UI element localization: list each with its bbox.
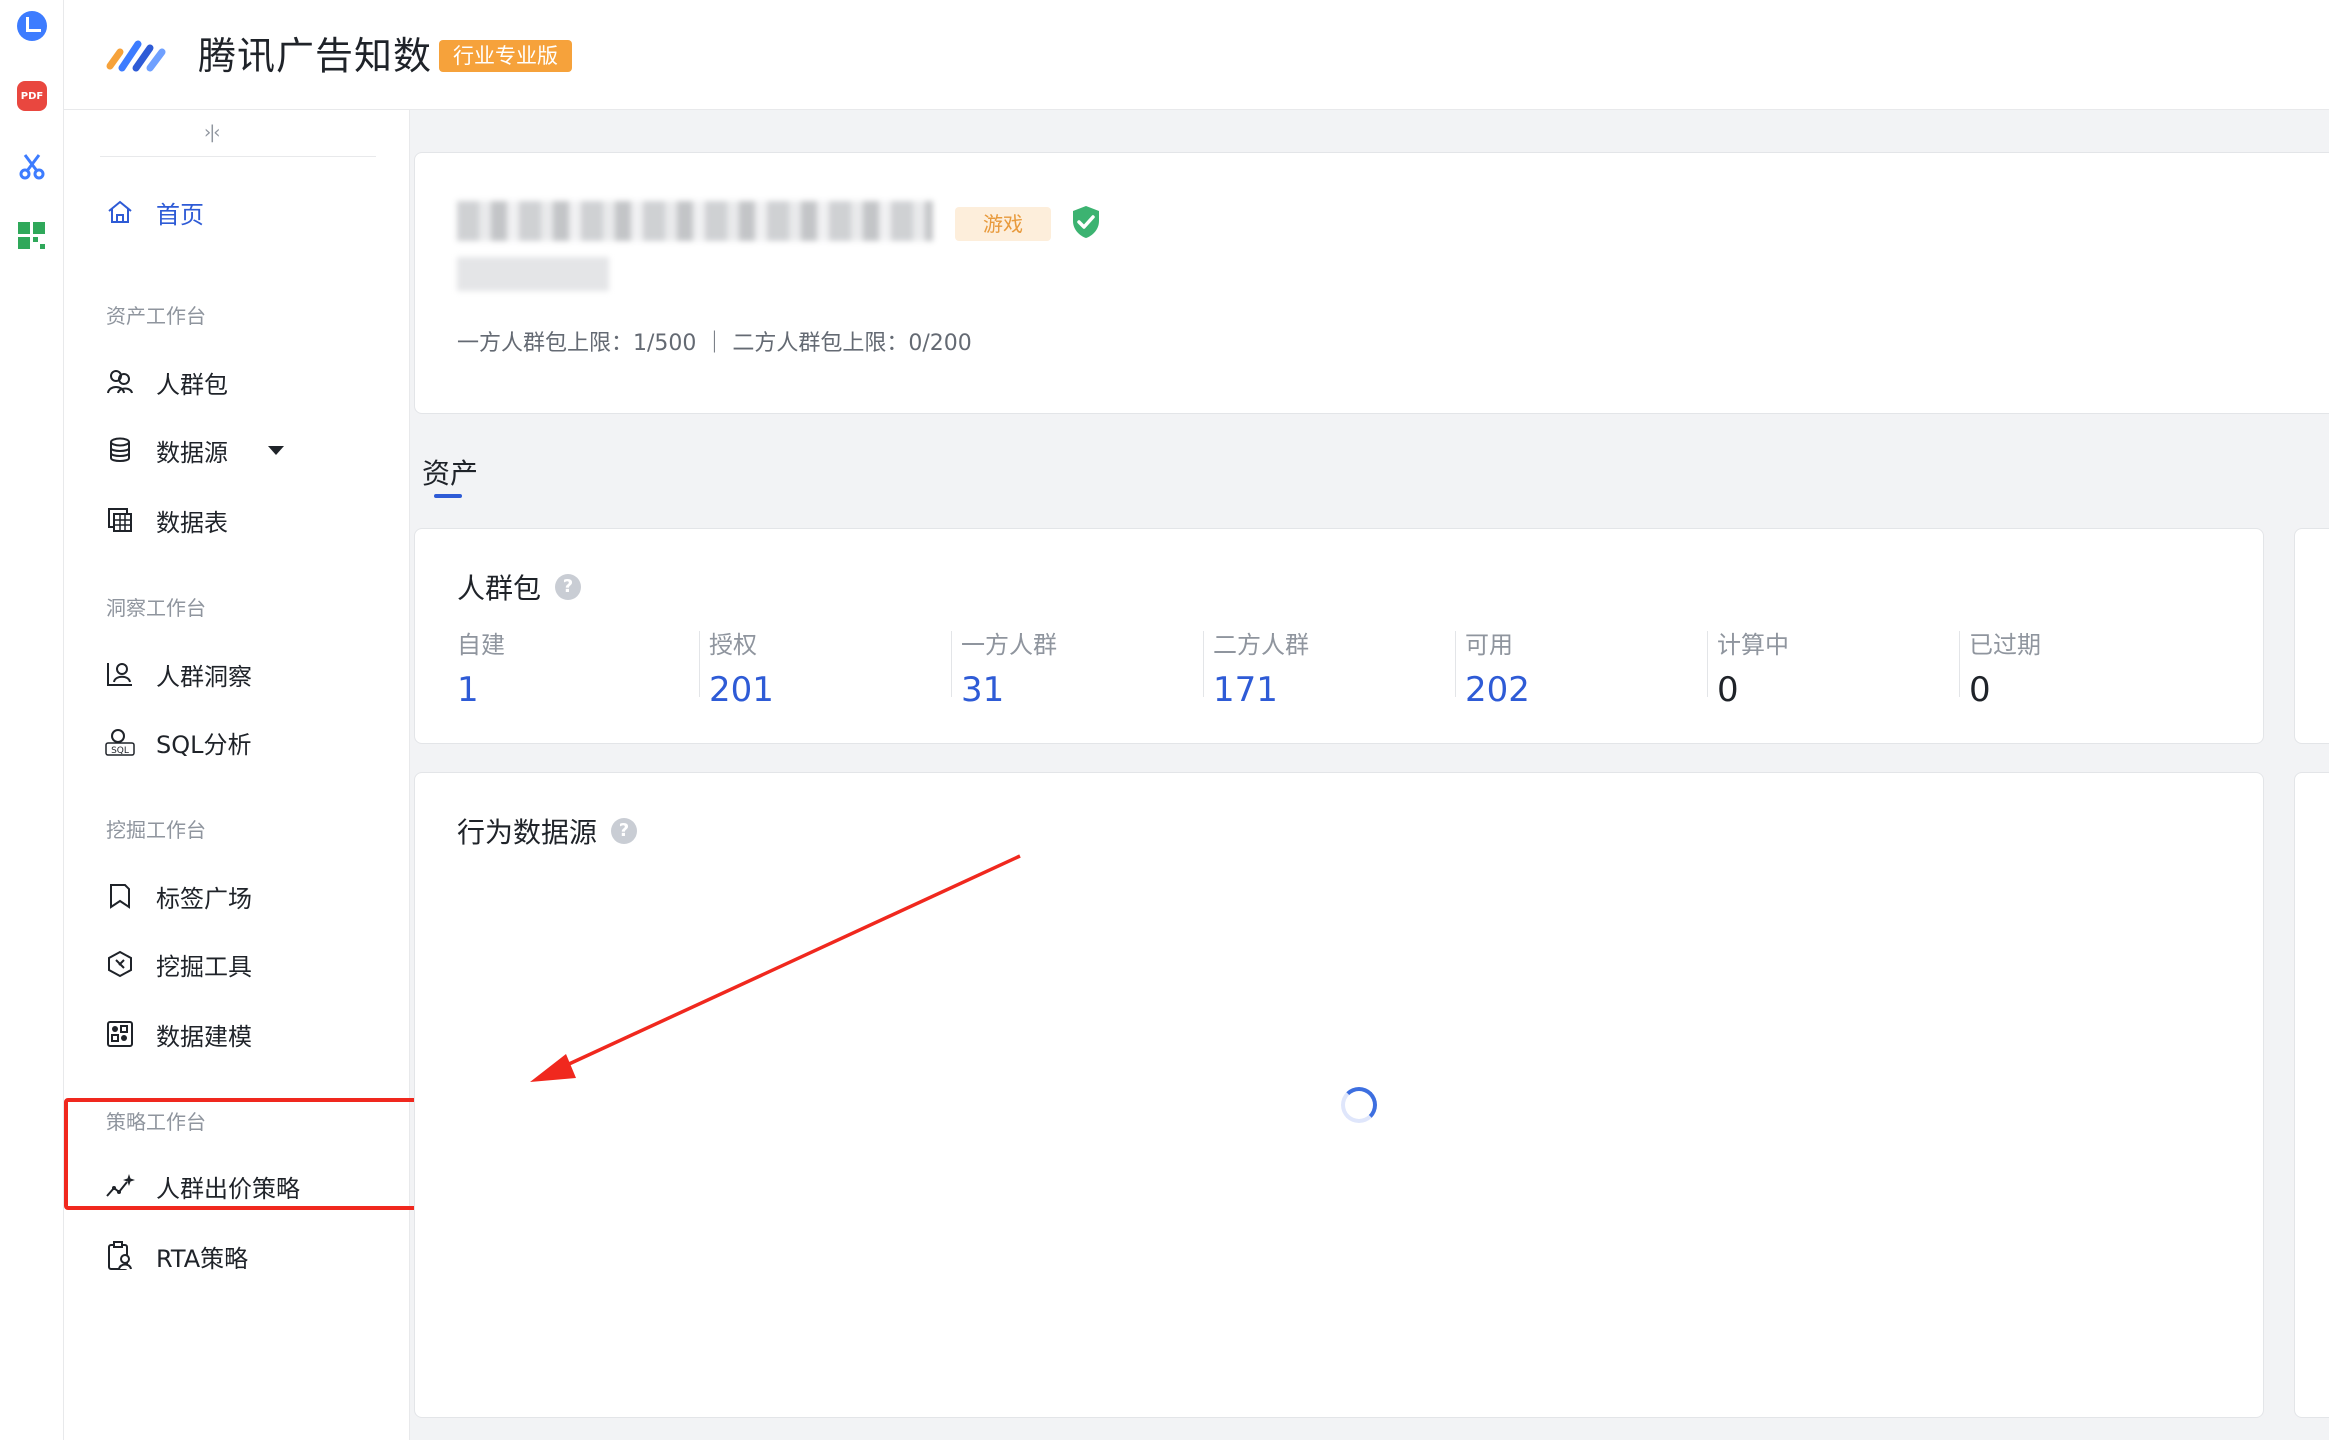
pdf-app-icon[interactable]: PDF — [16, 80, 48, 112]
redacted-account-name — [457, 201, 933, 241]
stat-available[interactable]: 可用 202 — [1465, 625, 1717, 710]
nav-item-tag-square[interactable]: 标签广场 — [104, 874, 252, 918]
stat-value: 0 — [1717, 670, 1739, 710]
stat-first-party[interactable]: 一方人群 31 — [961, 625, 1213, 710]
edition-badge: 行业专业版 — [439, 40, 572, 72]
clipboard-user-icon — [104, 1240, 136, 1272]
crowd-pack-limits: 一方人群包上限：1/500 ｜ 二方人群包上限：0/200 — [457, 331, 972, 356]
crowd-pack-title: 人群包 ? — [457, 567, 582, 607]
loading-spinner-icon — [1341, 1087, 1377, 1123]
stat-computing: 计算中 0 — [1717, 625, 1969, 710]
logo-icon — [106, 40, 166, 72]
stat-label: 已过期 — [1969, 631, 2041, 659]
svg-text:SQL: SQL — [111, 746, 129, 756]
nav-item-home[interactable]: 首页 — [104, 190, 204, 234]
users-icon — [104, 366, 136, 398]
stat-self-built[interactable]: 自建 1 — [457, 625, 709, 710]
nav-item-label: RTA策略 — [156, 1244, 249, 1273]
side-nav: ›|‹ 首页 资产工作台 人群包 数据源 数据表 洞察工作台 人群洞察 SQL … — [64, 110, 432, 1440]
help-icon[interactable]: ? — [555, 574, 582, 600]
scissors-app-icon[interactable] — [16, 150, 48, 182]
tab-asset[interactable]: 资产 — [422, 452, 478, 492]
behavior-data-source-card: 行为数据源 ? — [414, 772, 2264, 1418]
trend-sparkle-icon — [104, 1170, 136, 1202]
nav-item-data-modeling[interactable]: 数据建模 — [104, 1012, 252, 1056]
nav-item-crowd-pack[interactable]: 人群包 — [104, 360, 228, 404]
home-icon — [104, 196, 136, 228]
stat-value[interactable]: 171 — [1213, 670, 1465, 710]
divider — [951, 631, 952, 697]
divider — [699, 631, 700, 697]
nav-item-rta-strategy[interactable]: RTA策略 — [104, 1234, 248, 1278]
sql-icon: SQL — [104, 726, 136, 758]
nav-item-crowd-bid-strategy[interactable]: 人群出价策略 — [104, 1164, 300, 1208]
nav-item-data-table[interactable]: 数据表 — [104, 498, 228, 542]
app-rail: PDF — [0, 0, 64, 1440]
shield-tool-icon — [104, 948, 136, 980]
divider — [1707, 631, 1708, 697]
collapse-toggle-icon[interactable]: ›|‹ — [204, 122, 221, 143]
main-content: 游戏 一方人群包上限：1/500 ｜ 二方人群包上限：0/200 资产 人群包 … — [410, 110, 2329, 1440]
nav-group-strategy: 策略工作台 — [106, 1110, 206, 1134]
nav-item-label: 首页 — [156, 200, 204, 229]
nav-item-label: 人群出价策略 — [156, 1174, 300, 1203]
stat-label: 可用 — [1465, 631, 1513, 659]
stat-label: 授权 — [709, 631, 757, 659]
nav-item-data-source[interactable]: 数据源 — [104, 428, 284, 472]
stat-value[interactable]: 201 — [709, 670, 961, 710]
nav-item-label: 数据表 — [156, 508, 228, 537]
card-title-text: 人群包 — [457, 572, 542, 605]
clock-app-icon[interactable] — [16, 10, 48, 42]
nav-item-label: 人群包 — [156, 370, 228, 399]
nav-item-label: SQL分析 — [156, 730, 252, 759]
chevron-down-icon[interactable] — [268, 445, 284, 455]
stat-label: 自建 — [457, 631, 505, 659]
nav-group-asset: 资产工作台 — [106, 304, 206, 328]
stat-value: 0 — [1969, 670, 1991, 710]
tab-active-indicator — [434, 494, 462, 498]
stat-value[interactable]: 1 — [457, 670, 709, 710]
divider — [1455, 631, 1456, 697]
stat-value[interactable]: 202 — [1465, 670, 1717, 710]
behavior-data-source-title: 行为数据源 ? — [457, 811, 638, 851]
industry-tag: 游戏 — [955, 207, 1051, 241]
stat-label: 计算中 — [1717, 631, 1789, 659]
divider — [1203, 631, 1204, 697]
side-card-stub — [2294, 772, 2329, 1418]
help-icon[interactable]: ? — [611, 818, 638, 844]
nav-item-label: 挖掘工具 — [156, 952, 252, 981]
nav-item-crowd-insight[interactable]: 人群洞察 — [104, 652, 252, 696]
stat-label: 一方人群 — [961, 631, 1057, 659]
verified-shield-icon — [1073, 206, 1099, 238]
stat-authorized[interactable]: 授权 201 — [709, 625, 961, 710]
divider — [1959, 631, 1960, 697]
modules-icon — [104, 1018, 136, 1050]
nav-item-sql-analysis[interactable]: SQL SQL分析 — [104, 720, 252, 764]
stat-second-party[interactable]: 二方人群 171 — [1213, 625, 1465, 710]
nav-item-label: 人群洞察 — [156, 662, 252, 691]
nav-item-label: 数据源 — [156, 438, 228, 467]
top-header: 腾讯广告知数 行业专业版 — [64, 0, 2329, 110]
card-title-text: 行为数据源 — [457, 816, 598, 849]
nav-group-mining: 挖掘工作台 — [106, 818, 206, 842]
nav-item-label: 标签广场 — [156, 884, 252, 913]
account-profile-card: 游戏 一方人群包上限：1/500 ｜ 二方人群包上限：0/200 — [414, 152, 2329, 414]
nav-item-label: 数据建模 — [156, 1022, 252, 1051]
divider — [100, 156, 376, 157]
stat-expired: 已过期 0 — [1969, 625, 2221, 710]
stat-value[interactable]: 31 — [961, 670, 1213, 710]
nav-item-mining-tools[interactable]: 挖掘工具 — [104, 942, 252, 986]
bookmark-icon — [104, 880, 136, 912]
crowd-pack-card: 人群包 ? 自建 1 授权 201 一方人群 31 二方人群 171 可用 20… — [414, 528, 2264, 744]
side-card-stub — [2294, 528, 2329, 744]
grid-app-icon[interactable] — [16, 220, 48, 252]
table-icon — [104, 504, 136, 536]
user-chart-icon — [104, 658, 136, 690]
nav-group-insight: 洞察工作台 — [106, 596, 206, 620]
app-title: 腾讯广告知数 — [198, 34, 433, 78]
stat-label: 二方人群 — [1213, 631, 1309, 659]
redacted-account-id — [457, 257, 609, 291]
database-icon — [104, 434, 136, 466]
